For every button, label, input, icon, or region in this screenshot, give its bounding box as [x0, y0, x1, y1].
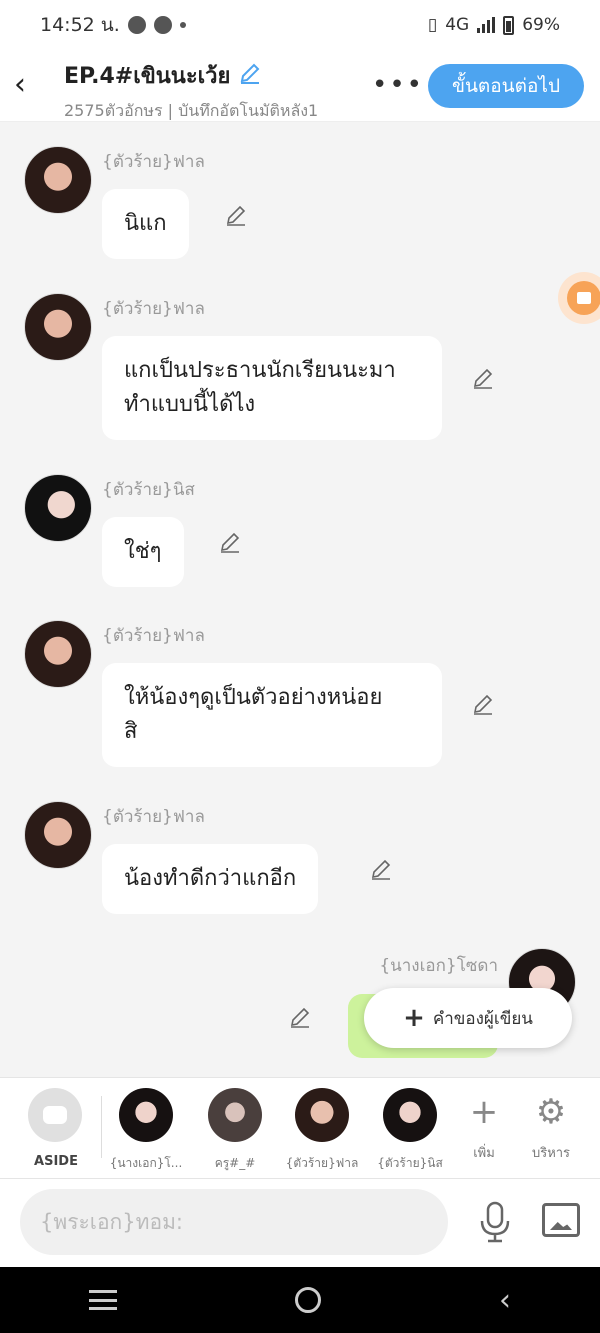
character-name: {ตัวร้าย}ฟาล [102, 152, 205, 172]
plus-icon: + [403, 1003, 425, 1033]
avatar[interactable] [24, 801, 92, 869]
record-icon [567, 281, 600, 315]
message-bubble[interactable]: ให้น้องๆดูเป็นตัวอย่างหน่อย สิ [102, 663, 442, 767]
avatar[interactable] [24, 620, 92, 688]
messenger-icon [127, 16, 146, 34]
input-bar: {พระเอก}ทอม: [0, 1179, 600, 1267]
manage-label: บริหาร [531, 1146, 571, 1161]
character-label: {นางเอก}โ... [109, 1156, 183, 1170]
edit-pencil-icon[interactable] [224, 203, 248, 227]
character-chip[interactable]: {ตัวร้าย}นิส [370, 1088, 450, 1173]
message-line: ทำแบบนี้ได้ไง [124, 392, 256, 417]
vibrate-icon: ▯ [427, 15, 438, 35]
writer-note-button[interactable]: + คำของผู้เขียน [364, 988, 572, 1048]
character-label: ครู#_# [214, 1156, 256, 1170]
app-header: ‹ EP.4#เขินนะเว้ย 2575ตัวอักษร | บันทึกอ… [0, 50, 600, 122]
character-bar: ASIDE {นางเอก}โ... ครู#_# {ตัวร้าย}ฟาล {… [0, 1077, 600, 1179]
manage-button[interactable]: ⚙ บริหาร [521, 1092, 581, 1163]
character-name: {ตัวร้าย}ฟาล [102, 299, 205, 319]
gear-icon: ⚙ [535, 1092, 567, 1132]
character-chip[interactable]: ครู#_# [195, 1088, 275, 1173]
edit-pencil-icon[interactable] [369, 857, 393, 881]
message-input[interactable]: {พระเอก}ทอม: [20, 1189, 448, 1255]
divider [101, 1096, 102, 1158]
network-label: 4G [445, 15, 470, 35]
edit-pencil-icon[interactable] [471, 366, 495, 390]
character-avatar [295, 1088, 349, 1142]
character-name: {ตัวร้าย}นิส [102, 480, 195, 500]
message-bubble[interactable]: แกเป็นประธานนักเรียนนะมา ทำแบบนี้ได้ไง [102, 336, 442, 440]
line-icon [153, 16, 172, 34]
character-label: {ตัวร้าย}นิส [377, 1156, 443, 1170]
avatar[interactable] [24, 293, 92, 361]
avatar[interactable] [24, 146, 92, 214]
edit-pencil-icon[interactable] [471, 692, 495, 716]
character-name: {ตัวร้าย}ฟาล [102, 626, 205, 646]
character-label: {ตัวร้าย}ฟาล [285, 1156, 359, 1170]
avatar[interactable] [24, 474, 92, 542]
back-arrow-icon[interactable]: ‹ [14, 70, 40, 100]
character-avatar [119, 1088, 173, 1142]
character-name: {นางเอก}โซดา [379, 956, 498, 976]
system-nav-bar: ‹ [0, 1267, 600, 1333]
aside-button[interactable]: ASIDE [28, 1088, 84, 1169]
character-avatar [383, 1088, 437, 1142]
character-chip[interactable]: {นางเอก}โ... [106, 1088, 186, 1173]
mic-icon[interactable] [478, 1201, 512, 1243]
battery-percent: 69% [522, 15, 560, 35]
writer-note-label: คำของผู้เขียน [432, 1008, 533, 1029]
message-line: สิ [124, 719, 138, 744]
notification-dot-icon [179, 22, 186, 28]
next-step-button[interactable]: ขั้นตอนต่อไป [428, 64, 584, 108]
message-bubble[interactable]: นิแก [102, 189, 189, 259]
message-line: ให้น้องๆดูเป็นตัวอย่างหน่อย [124, 685, 383, 710]
edit-pencil-icon[interactable] [288, 1005, 312, 1029]
character-avatar [208, 1088, 262, 1142]
character-chip[interactable]: {ตัวร้าย}ฟาล [282, 1088, 362, 1173]
status-time: 14:52 น. [40, 14, 120, 36]
aside-icon [28, 1088, 82, 1142]
title-block: EP.4#เขินนะเว้ย 2575ตัวอักษร | บันทึกอัต… [64, 58, 318, 124]
edit-pencil-icon[interactable] [218, 530, 242, 554]
message-bubble[interactable]: ใช่ๆ [102, 517, 184, 587]
message-bubble[interactable]: น้องทำดีกว่าแกอีก [102, 844, 319, 914]
add-character-button[interactable]: + เพิ่ม [454, 1092, 514, 1163]
message-line: แกเป็นประธานนักเรียนนะมา [124, 358, 396, 383]
word-count-autosave: 2575ตัวอักษร | บันทึกอัตโนมัติหลัง1 [64, 101, 319, 120]
record-float-button[interactable] [558, 272, 600, 324]
chat-area[interactable]: {ตัวร้าย}ฟาล นิแก {ตัวร้าย}ฟาล แกเป็นประ… [0, 122, 600, 1077]
plus-icon: + [469, 1092, 499, 1132]
more-icon[interactable]: ••• [372, 70, 424, 100]
episode-title-text: EP.4#เขินนะเว้ย [64, 64, 231, 89]
character-name: {ตัวร้าย}ฟาล [102, 807, 205, 827]
home-icon[interactable] [295, 1287, 321, 1313]
aside-label: ASIDE [34, 1154, 78, 1169]
battery-icon [503, 15, 515, 35]
status-bar: 14:52 น. ▯ 4G 69% [0, 0, 600, 50]
pencil-icon[interactable] [238, 61, 262, 91]
menu-icon[interactable] [89, 1290, 117, 1310]
nav-back-icon[interactable]: ‹ [499, 1283, 511, 1318]
image-icon[interactable] [542, 1203, 580, 1237]
add-label: เพิ่ม [473, 1146, 495, 1161]
episode-title[interactable]: EP.4#เขินนะเว้ย [64, 58, 318, 93]
signal-icon [477, 17, 496, 33]
